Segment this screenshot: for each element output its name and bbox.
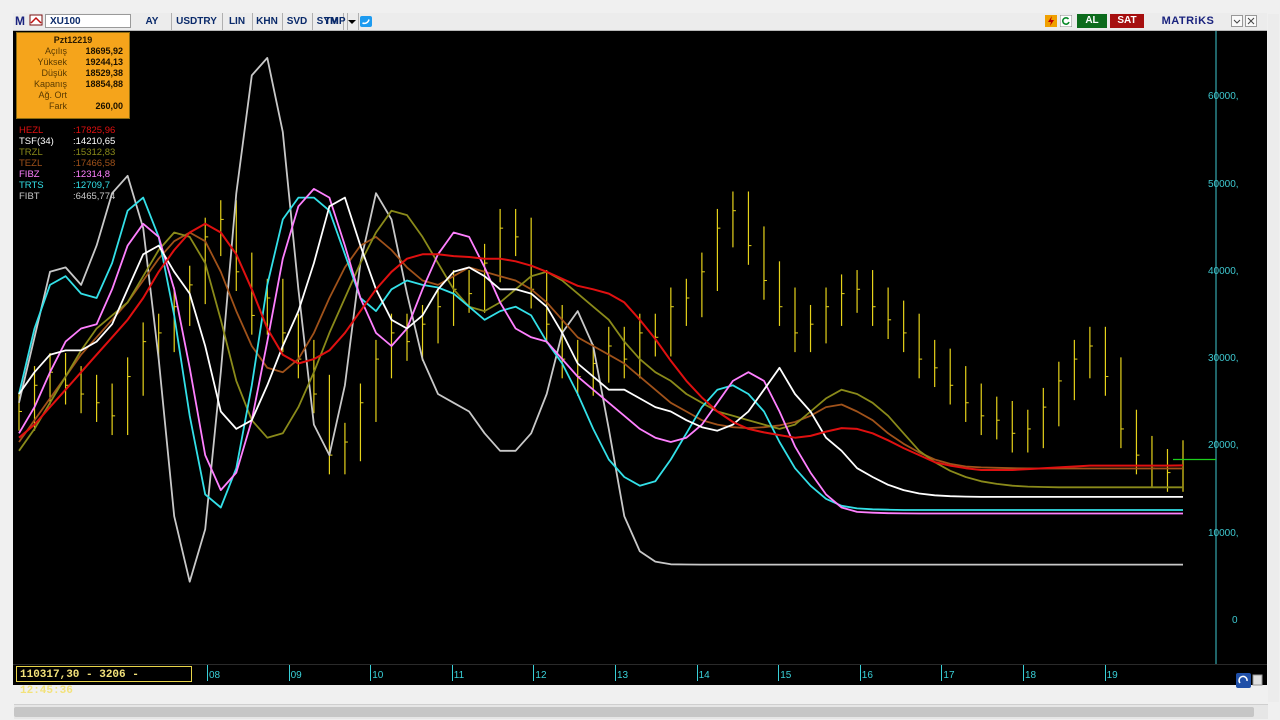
buy-button[interactable]: AL <box>1077 14 1107 28</box>
legend-name: FIBZ <box>19 169 40 180</box>
tb-button-tmp[interactable]: TMP <box>323 13 348 30</box>
info-row: Fark 260,00 <box>17 101 129 112</box>
legend-name: TRZL <box>19 147 43 158</box>
chart-nav-controls[interactable] <box>1235 672 1263 690</box>
x-tick-line <box>370 665 372 681</box>
info-label-low: Düşük <box>41 68 67 78</box>
tb-button-lin[interactable]: LIN <box>222 13 253 30</box>
app-window: M XU100 AY USDTRY LIN KHN SVD SYM TMP AL… <box>0 0 1280 720</box>
x-tick-label: 14 <box>698 670 710 681</box>
y-tick-label: 0 <box>1232 615 1238 626</box>
template-dropdown-icon[interactable] <box>346 13 359 30</box>
x-tick-line <box>451 665 453 681</box>
window-top-frame <box>0 0 1280 12</box>
x-tick-line <box>615 665 616 681</box>
legend-name: TEZL <box>19 158 43 169</box>
x-tick-label: 19 <box>1106 670 1118 681</box>
legend-value: :6465,774 <box>73 191 116 202</box>
window-left-frame <box>0 12 13 702</box>
info-date: Pzt12219 <box>53 35 93 45</box>
x-tick-line <box>1104 665 1106 681</box>
x-tick-label: 10 <box>372 670 384 681</box>
x-tick-line <box>207 665 208 681</box>
x-tick-label: 17 <box>943 670 955 681</box>
legend-value: :14210,65 <box>73 136 116 147</box>
info-row: Açılış 18695,92 <box>17 46 129 57</box>
legend-value: :12314,8 <box>73 169 110 180</box>
info-label-avg: Ağ. Ort <box>38 90 67 100</box>
info-value-diff: 260,00 <box>95 101 123 111</box>
x-tick-label: 11 <box>453 670 465 681</box>
y-tick-label: 10000, <box>1208 527 1239 539</box>
x-tick-label: 13 <box>617 670 629 681</box>
x-tick-line <box>778 665 780 681</box>
symbol-input[interactable]: XU100 <box>45 14 131 28</box>
info-value-high: 19244,13 <box>85 57 123 67</box>
legend-name: HEZL <box>19 125 44 136</box>
minimize-icon[interactable] <box>1231 15 1243 27</box>
refresh-icon[interactable] <box>1059 14 1073 28</box>
legend-value: :17466,58 <box>73 158 116 169</box>
series-line-fibt <box>18 57 1183 583</box>
symbol-picker-icon[interactable] <box>29 13 43 30</box>
info-value-low: 18529,38 <box>85 68 123 78</box>
info-label-high: Yüksek <box>37 57 67 67</box>
legend-value: :17825,96 <box>73 125 116 136</box>
close-icon[interactable] <box>1245 15 1257 27</box>
tb-button-ay[interactable]: AY <box>133 13 172 30</box>
info-row: Ağ. Ort <box>17 90 129 101</box>
info-row: Yüksek 19244,13 <box>17 57 129 68</box>
x-tick-line <box>1023 665 1024 681</box>
info-label-open: Açılış <box>44 46 67 56</box>
info-label-diff: Fark <box>49 101 67 111</box>
x-tick-label: 09 <box>290 670 302 681</box>
brand-logo: MATRiKS <box>1161 15 1215 27</box>
chart-toolbar: M XU100 AY USDTRY LIN KHN SVD SYM TMP AL… <box>13 13 1267 31</box>
x-tick-line <box>941 665 943 681</box>
tb-button-usdtry[interactable]: USDTRY <box>171 13 223 30</box>
twitter-icon[interactable] <box>359 13 373 30</box>
vertical-scrollbar[interactable] <box>1268 14 1279 702</box>
sell-button[interactable]: SAT <box>1110 14 1144 28</box>
legend-name: FIBT <box>19 191 40 202</box>
y-tick-label: 50000, <box>1208 178 1239 190</box>
x-tick-label: 16 <box>861 670 873 681</box>
lightning-icon[interactable] <box>1045 15 1057 27</box>
time-axis: 110317,30 - 3206 - 12:45:36 08 09 10 11 12 13… <box>13 664 1267 697</box>
status-readout: 110317,30 - 3206 - 12:45:36 <box>16 666 192 697</box>
price-chart[interactable] <box>13 31 1267 664</box>
tb-button-khn[interactable]: KHN <box>252 13 283 30</box>
x-tick-label: 12 <box>535 670 547 681</box>
chart-area[interactable] <box>13 31 1267 683</box>
x-tick-label: 18 <box>1025 670 1037 681</box>
y-tick-label: 20000, <box>1208 440 1239 452</box>
y-tick-label: 30000, <box>1208 353 1239 365</box>
x-tick-label: 15 <box>780 670 792 681</box>
info-row: Düşük 18529,38 <box>17 68 129 79</box>
horizontal-scrollbar[interactable] <box>14 704 1268 719</box>
y-tick-label: 40000, <box>1208 265 1239 277</box>
info-value-close: 18854,88 <box>85 79 123 89</box>
app-logo-icon[interactable]: M <box>14 13 26 30</box>
scrollbar-thumb[interactable] <box>14 707 1254 717</box>
x-tick-line <box>288 665 290 681</box>
x-tick-line <box>696 665 698 681</box>
info-label-close: Kapanış <box>33 79 67 89</box>
legend-value: :15312,83 <box>73 147 116 158</box>
y-tick-label: 60000, <box>1208 91 1239 103</box>
tb-button-svd[interactable]: SVD <box>282 13 313 30</box>
legend-name: TRTS <box>19 180 44 191</box>
ohlc-info-box: Pzt12219 Açılış 18695,92 Yüksek 19244,13… <box>16 32 130 119</box>
legend-value: :12709,7 <box>73 180 110 191</box>
legend-name: TSF(34) <box>19 136 54 147</box>
x-tick-line <box>859 665 861 681</box>
x-tick-line <box>533 665 535 681</box>
info-value-open: 18695,92 <box>85 46 123 56</box>
x-tick-label: 08 <box>209 670 221 681</box>
info-row: Kapanış 18854,88 <box>17 79 129 90</box>
